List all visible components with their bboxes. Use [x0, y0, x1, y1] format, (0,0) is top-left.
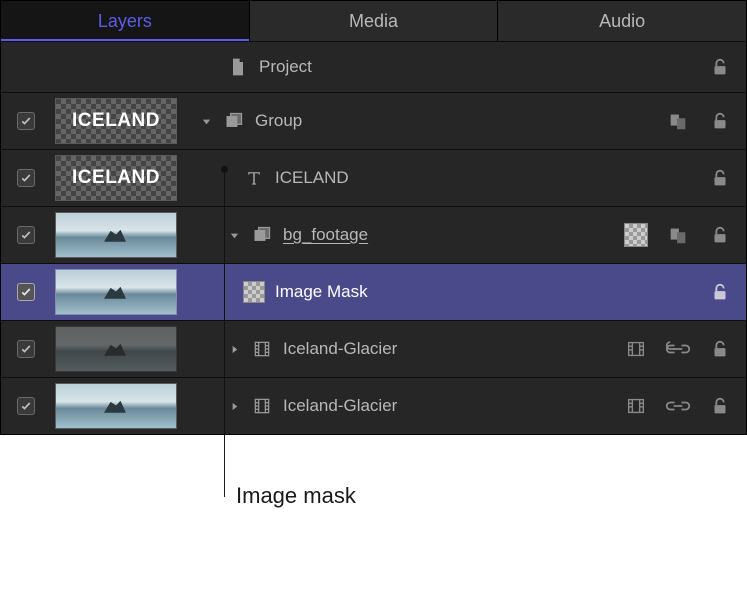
disclosure-triangle-icon[interactable]: [227, 230, 241, 241]
visibility-checkbox[interactable]: [17, 112, 35, 130]
layers-panel: Layers Media Audio Project: [0, 0, 747, 435]
lock-icon[interactable]: [706, 55, 734, 79]
tab-layers[interactable]: Layers: [1, 1, 250, 41]
row-image-mask[interactable]: Image Mask: [1, 263, 746, 320]
tab-media[interactable]: Media: [250, 1, 499, 41]
lock-icon[interactable]: [706, 166, 734, 190]
visibility-checkbox[interactable]: [17, 397, 35, 415]
row-project[interactable]: Project: [1, 41, 746, 92]
layer-thumbnail: ICELAND: [55, 155, 177, 201]
callout-leader-line: [224, 435, 225, 497]
layer-label: Image Mask: [275, 282, 368, 302]
tab-label: Layers: [98, 11, 152, 32]
visibility-checkbox[interactable]: [17, 283, 35, 301]
layer-thumbnail: [55, 269, 177, 315]
panel-tabs: Layers Media Audio: [1, 1, 746, 41]
disclosure-triangle-icon[interactable]: [199, 116, 213, 127]
text-icon: [243, 167, 265, 189]
tab-label: Media: [349, 11, 398, 32]
callout-label: Image mask: [236, 483, 356, 509]
pass-through-icon[interactable]: [664, 223, 692, 247]
layer-label: Group: [255, 111, 302, 131]
thumbnail-text: ICELAND: [56, 156, 176, 200]
film-icon: [251, 395, 273, 417]
layer-label: bg_footage: [283, 225, 368, 245]
filmstrip-icon[interactable]: [622, 394, 650, 418]
layer-list: Project ICELAND: [1, 41, 746, 434]
layer-thumbnail: [55, 383, 177, 429]
disclosure-triangle-icon[interactable]: [227, 401, 241, 412]
file-icon: [227, 56, 249, 78]
thumbnail-text: ICELAND: [56, 99, 176, 143]
tab-label: Audio: [599, 11, 645, 32]
film-icon: [251, 338, 273, 360]
layer-label: Iceland-Glacier: [283, 396, 397, 416]
filmstrip-icon[interactable]: [622, 337, 650, 361]
row-glacier-2[interactable]: Iceland-Glacier: [1, 377, 746, 434]
tab-audio[interactable]: Audio: [498, 1, 746, 41]
mask-icon: [243, 281, 265, 303]
layer-label: ICELAND: [275, 168, 349, 188]
row-glacier-1[interactable]: Iceland-Glacier: [1, 320, 746, 377]
row-text-layer[interactable]: ICELAND ICELAND: [1, 149, 746, 206]
blend-mode-icon[interactable]: [622, 223, 650, 247]
link-icon[interactable]: [664, 337, 692, 361]
lock-icon[interactable]: [706, 337, 734, 361]
visibility-checkbox[interactable]: [17, 340, 35, 358]
layer-label: Project: [259, 57, 312, 77]
layer-thumbnail: [55, 326, 177, 372]
lock-icon[interactable]: [706, 280, 734, 304]
visibility-checkbox[interactable]: [17, 226, 35, 244]
link-icon[interactable]: [664, 394, 692, 418]
row-group[interactable]: ICELAND Group: [1, 92, 746, 149]
lock-icon[interactable]: [706, 109, 734, 133]
callout: Image mask: [0, 435, 747, 535]
visibility-checkbox[interactable]: [17, 169, 35, 187]
group-icon: [223, 110, 245, 132]
layer-thumbnail: ICELAND: [55, 98, 177, 144]
layer-thumbnail: [55, 212, 177, 258]
lock-icon[interactable]: [706, 394, 734, 418]
row-bg-footage[interactable]: bg_footage: [1, 206, 746, 263]
disclosure-triangle-icon[interactable]: [227, 344, 241, 355]
group-icon: [251, 224, 273, 246]
layer-label: Iceland-Glacier: [283, 339, 397, 359]
pass-through-icon[interactable]: [664, 109, 692, 133]
lock-icon[interactable]: [706, 223, 734, 247]
